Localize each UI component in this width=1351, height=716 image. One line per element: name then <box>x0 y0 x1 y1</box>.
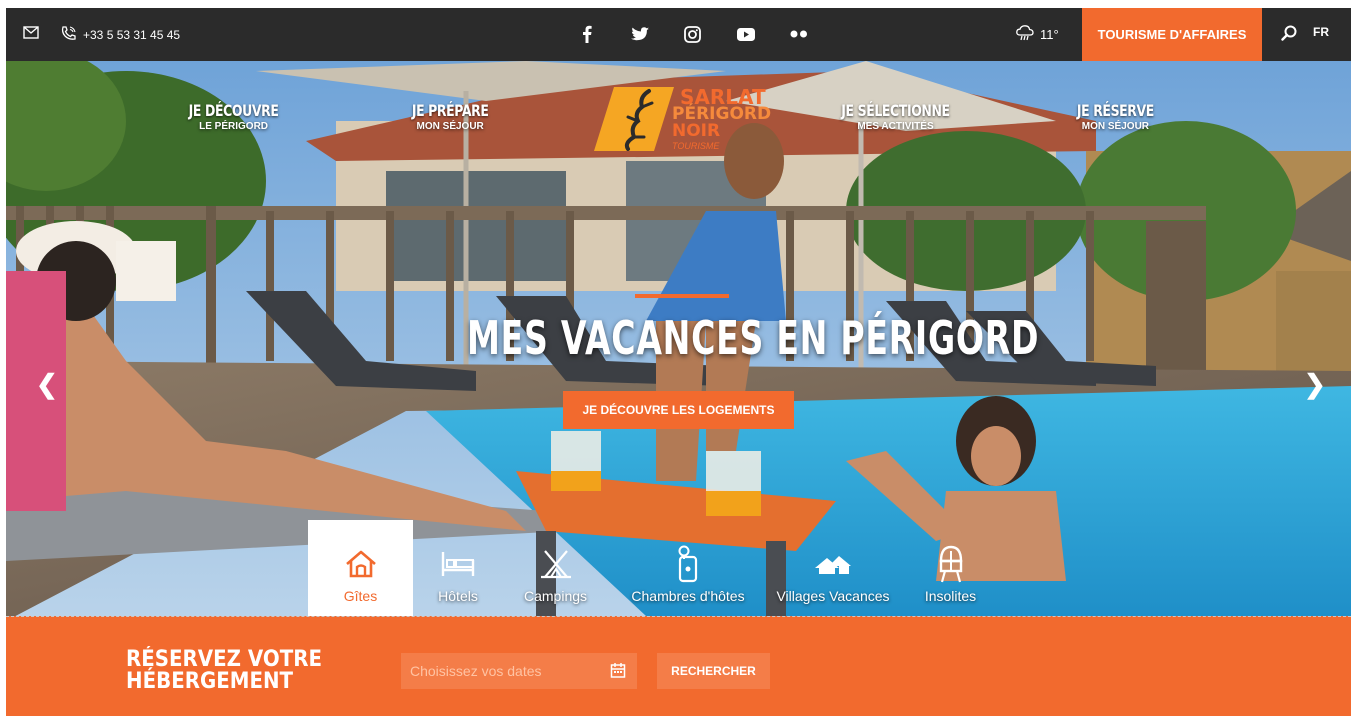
site-logo[interactable]: SARLAT PÉRIGORD NOIR TOURISME <box>594 87 784 151</box>
tab-hotels[interactable]: Hôtels <box>413 520 503 616</box>
top-bar: +33 5 53 31 45 45 11° TOURISME D'AFFAIRE… <box>6 8 1351 61</box>
slider-next-arrow[interactable]: ❯ <box>1304 369 1326 400</box>
nav-reserve[interactable]: JE RÉSERVE MON SÉJOUR <box>1066 101 1165 132</box>
weather-widget: 11° <box>1016 25 1059 44</box>
hero-title: MES VACANCES EN PÉRIGORD <box>467 311 1040 365</box>
nav-prepare-subtitle: MON SÉJOUR <box>416 121 484 132</box>
tab-hotels-label: Hôtels <box>438 588 478 604</box>
treehouse-icon <box>937 544 965 584</box>
tab-insolites[interactable]: Insolites <box>898 520 1003 616</box>
twitter-icon[interactable] <box>613 23 666 45</box>
language-selector[interactable]: FR <box>1313 25 1329 39</box>
tab-villages-vacances[interactable]: Villages Vacances <box>768 520 898 616</box>
tab-gites-label: Gîtes <box>343 588 378 604</box>
hero-slider: JE DÉCOUVRE LE PÉRIGORD JE PRÉPARE MON S… <box>6 61 1351 616</box>
flickr-icon[interactable] <box>772 23 825 45</box>
logo-lizard-graphic <box>594 87 674 151</box>
date-picker-input[interactable] <box>401 653 637 689</box>
business-tourism-button[interactable]: TOURISME D'AFFAIRES <box>1082 8 1262 61</box>
nav-reserve-title: JE RÉSERVE <box>1076 101 1154 120</box>
phone-link[interactable]: +33 5 53 31 45 45 <box>60 25 180 45</box>
mail-icon[interactable] <box>23 26 39 44</box>
phone-number: +33 5 53 31 45 45 <box>83 28 181 42</box>
tent-icon <box>539 544 573 584</box>
youtube-icon[interactable] <box>719 23 772 45</box>
bed-icon <box>440 544 476 584</box>
nav-selectionne-title: JE SÉLECTIONNE <box>841 101 950 120</box>
nav-selectionne-subtitle: MES ACTIVITÉS <box>857 121 934 132</box>
house-icon <box>344 544 378 584</box>
phone-icon <box>60 25 77 45</box>
search-icon[interactable] <box>1281 25 1297 46</box>
slider-prev-arrow[interactable]: ❮ <box>36 369 58 400</box>
rain-cloud-icon <box>1016 25 1034 44</box>
search-button[interactable]: RECHERCHER <box>657 653 770 689</box>
calendar-icon[interactable] <box>610 662 626 683</box>
social-links <box>560 23 825 45</box>
logo-text-tourisme: TOURISME <box>672 141 720 151</box>
key-icon <box>676 544 700 584</box>
tab-chambres-hotes[interactable]: Chambres d'hôtes <box>608 520 768 616</box>
logo-text-noir: NOIR <box>672 121 721 141</box>
tab-campings-label: Campings <box>523 588 588 604</box>
nav-prepare-title: JE PRÉPARE <box>411 101 489 120</box>
nav-decouvre-subtitle: LE PÉRIGORD <box>199 121 269 132</box>
booking-title: RÉSERVEZ VOTRE HÉBERGEMENT <box>126 647 322 694</box>
nav-selectionne[interactable]: JE SÉLECTIONNE MES ACTIVITÉS <box>826 101 965 132</box>
tab-campings[interactable]: Campings <box>503 520 608 616</box>
accommodation-category-tabs: Gîtes Hôtels Campings Chambres d'hôtes V… <box>308 520 1003 616</box>
tab-villages-vacances-label: Villages Vacances <box>776 588 890 604</box>
nav-prepare[interactable]: JE PRÉPARE MON SÉJOUR <box>401 101 499 132</box>
nav-decouvre-title: JE DÉCOUVRE <box>188 101 279 120</box>
hero-title-accent-bar <box>635 294 729 298</box>
tab-insolites-label: Insolites <box>924 588 977 604</box>
village-icon <box>813 544 853 584</box>
page: +33 5 53 31 45 45 11° TOURISME D'AFFAIRE… <box>0 0 1351 716</box>
instagram-icon[interactable] <box>666 23 719 45</box>
discover-lodgings-button[interactable]: JE DÉCOUVRE LES LOGEMENTS <box>563 391 794 429</box>
tab-chambres-hotes-label: Chambres d'hôtes <box>631 588 745 604</box>
facebook-icon[interactable] <box>560 23 613 45</box>
weather-temperature: 11° <box>1040 27 1059 42</box>
nav-reserve-subtitle: MON SÉJOUR <box>1081 121 1150 132</box>
nav-decouvre[interactable]: JE DÉCOUVRE LE PÉRIGORD <box>176 101 291 132</box>
tab-gites[interactable]: Gîtes <box>308 520 413 616</box>
booking-bar: RÉSERVEZ VOTRE HÉBERGEMENT RECHERCHER <box>6 616 1351 716</box>
